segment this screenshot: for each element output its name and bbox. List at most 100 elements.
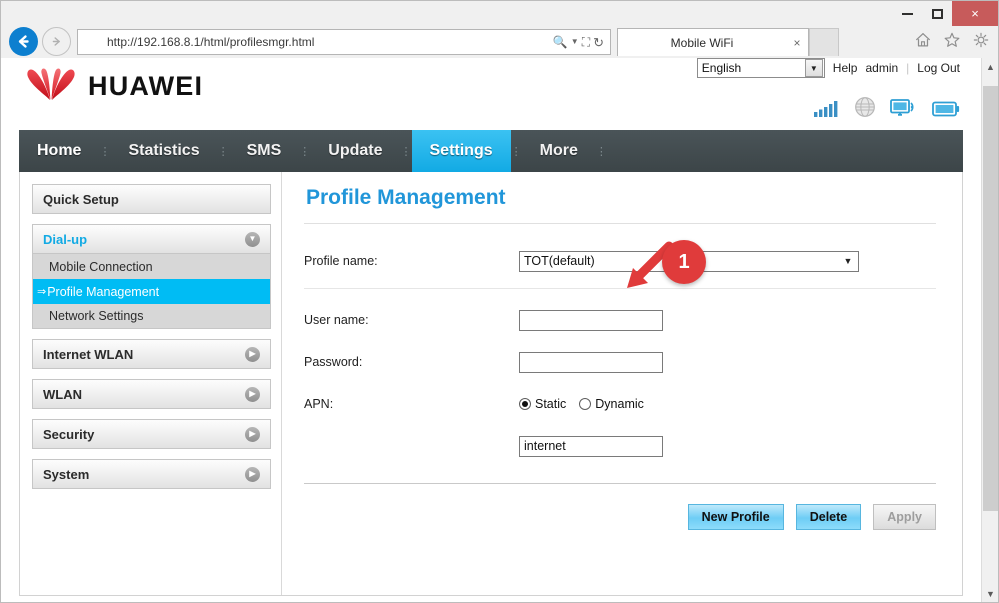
- sidebar-group-dial-up[interactable]: Dial-up ▼: [32, 224, 271, 254]
- brand-name: HUAWEI: [88, 70, 204, 101]
- nav-separator: ⋮: [510, 145, 522, 158]
- apn-static-label: Static: [535, 397, 567, 411]
- close-icon: ×: [971, 6, 979, 21]
- star-icon[interactable]: [943, 31, 961, 49]
- new-tab-button[interactable]: [809, 28, 839, 56]
- chevron-down-icon[interactable]: ▼: [804, 59, 823, 77]
- huawei-petals-icon: [27, 68, 75, 100]
- user-label: admin: [865, 61, 899, 75]
- compatibility-view-icon[interactable]: ⛶: [582, 36, 590, 48]
- form-row-password: Password:: [304, 347, 936, 377]
- caret-down-icon[interactable]: ▼: [571, 38, 579, 46]
- nav-item-settings[interactable]: Settings: [411, 130, 511, 172]
- nav-label-home: Home: [37, 142, 82, 159]
- sidebar-item-profile-management[interactable]: ⇒ Profile Management: [32, 279, 271, 304]
- nav-label-sms: SMS: [246, 142, 282, 159]
- scroll-up-button[interactable]: ▲: [982, 58, 998, 75]
- selected-arrow-icon: ⇒: [37, 286, 47, 298]
- chevron-right-icon[interactable]: ▶: [245, 346, 260, 362]
- minimize-button[interactable]: [891, 1, 923, 26]
- nav-label-settings: Settings: [429, 142, 493, 159]
- chevron-right-icon[interactable]: ▶: [245, 386, 260, 402]
- label-username: User name:: [304, 313, 369, 327]
- sidebar-item-network-settings[interactable]: Network Settings: [32, 304, 271, 329]
- sidebar-group-wlan[interactable]: WLAN ▶: [32, 379, 271, 409]
- browser-chrome-icons: [914, 31, 990, 49]
- sidebar-group-security[interactable]: Security ▶: [32, 419, 271, 449]
- logout-link[interactable]: Log Out: [917, 61, 960, 75]
- title-bar: ×: [1, 1, 998, 26]
- chevron-down-icon[interactable]: ▼: [245, 231, 260, 247]
- address-bar[interactable]: http://192.168.8.1/html/profilesmgr.html…: [77, 29, 611, 55]
- signal-bars-icon: [814, 101, 838, 117]
- chevron-right-icon[interactable]: ▶: [245, 466, 260, 482]
- apn-radio-static[interactable]: Static: [519, 397, 566, 411]
- browser-window: × http://192.168.8.1/html/profilesmgr.ht…: [0, 0, 999, 603]
- nav-separator: ⋮: [400, 145, 412, 158]
- main-navigation: Home ⋮ Statistics ⋮ SMS ⋮ Update ⋮ Setti…: [19, 130, 963, 172]
- nav-item-home[interactable]: Home: [19, 130, 99, 172]
- refresh-icon[interactable]: ↻: [593, 36, 604, 49]
- nav-separator: ⋮: [99, 145, 111, 158]
- scrollbar-thumb[interactable]: [983, 86, 998, 511]
- radio-selected-icon[interactable]: [519, 398, 531, 410]
- header-separator: |: [906, 61, 910, 75]
- sidebar-label-network-settings: Network Settings: [49, 309, 144, 323]
- close-button[interactable]: ×: [952, 1, 998, 26]
- form-row-apn: APN: Static Dynamic: [304, 389, 936, 419]
- forward-arrow-icon: [52, 37, 60, 46]
- minimize-icon: [901, 12, 913, 15]
- nav-item-update[interactable]: Update: [310, 130, 400, 172]
- language-select[interactable]: English ▼: [696, 58, 825, 78]
- apn-radio-dynamic[interactable]: Dynamic: [579, 397, 644, 411]
- nav-separator: ⋮: [217, 145, 229, 158]
- label-password: Password:: [304, 355, 363, 369]
- chevron-down-icon[interactable]: ▼: [838, 256, 858, 266]
- vertical-scrollbar[interactable]: ▲ ▼: [981, 58, 998, 602]
- nav-label-statistics: Statistics: [128, 142, 200, 159]
- title-divider: [304, 223, 936, 224]
- apn-radio-group: Static Dynamic: [519, 397, 644, 411]
- nav-item-sms[interactable]: SMS: [229, 130, 300, 172]
- page-header: HUAWEI English ▼ Help admin | Log Out: [1, 58, 981, 130]
- annotation-badge-1: 1: [662, 240, 706, 284]
- nav-item-more[interactable]: More: [522, 130, 596, 172]
- browser-toolbar: http://192.168.8.1/html/profilesmgr.html…: [1, 26, 998, 58]
- sidebar-label-security: Security: [43, 426, 95, 442]
- apn-dynamic-label: Dynamic: [595, 397, 644, 411]
- url-text[interactable]: http://192.168.8.1/html/profilesmgr.html: [78, 35, 553, 49]
- sidebar-label-dial-up: Dial-up: [43, 231, 88, 247]
- sidebar-label-wlan: WLAN: [43, 386, 82, 402]
- apn-input[interactable]: internet: [519, 435, 663, 457]
- back-button[interactable]: [9, 27, 38, 56]
- delete-button[interactable]: Delete: [795, 504, 862, 530]
- forward-button[interactable]: [42, 27, 71, 56]
- nav-separator: ⋮: [299, 145, 311, 158]
- help-link[interactable]: Help: [833, 61, 858, 75]
- home-icon[interactable]: [914, 31, 932, 49]
- tab-close-icon[interactable]: ×: [786, 36, 808, 50]
- sidebar-item-quick-setup[interactable]: Quick Setup: [32, 184, 271, 214]
- back-arrow-icon: [18, 35, 29, 48]
- browser-tab[interactable]: Mobile WiFi ×: [617, 28, 809, 56]
- sidebar-label-profile-management: Profile Management: [47, 284, 160, 299]
- maximize-button[interactable]: [923, 1, 952, 26]
- sidebar-group-internet-wlan[interactable]: Internet WLAN ▶: [32, 339, 271, 369]
- form-row-apn-value: internet: [304, 431, 936, 461]
- nav-separator: ⋮: [595, 145, 607, 158]
- header-actions: English ▼ Help admin | Log Out: [696, 58, 960, 78]
- nav-item-statistics[interactable]: Statistics: [110, 130, 217, 172]
- radio-unselected-icon[interactable]: [579, 398, 592, 410]
- gear-icon[interactable]: [972, 31, 990, 49]
- sidebar-item-mobile-connection[interactable]: Mobile Connection: [32, 254, 271, 279]
- new-profile-button[interactable]: New Profile: [687, 504, 784, 530]
- password-input[interactable]: [519, 351, 663, 373]
- battery-icon: [932, 101, 960, 117]
- scroll-down-button[interactable]: ▼: [982, 585, 998, 602]
- search-icon[interactable]: 🔍: [553, 36, 568, 48]
- page-title: Profile Management: [306, 186, 506, 209]
- sidebar-group-system[interactable]: System ▶: [32, 459, 271, 489]
- sidebar-label-quick-setup: Quick Setup: [43, 191, 119, 207]
- globe-icon: [855, 97, 875, 117]
- chevron-right-icon[interactable]: ▶: [245, 426, 260, 442]
